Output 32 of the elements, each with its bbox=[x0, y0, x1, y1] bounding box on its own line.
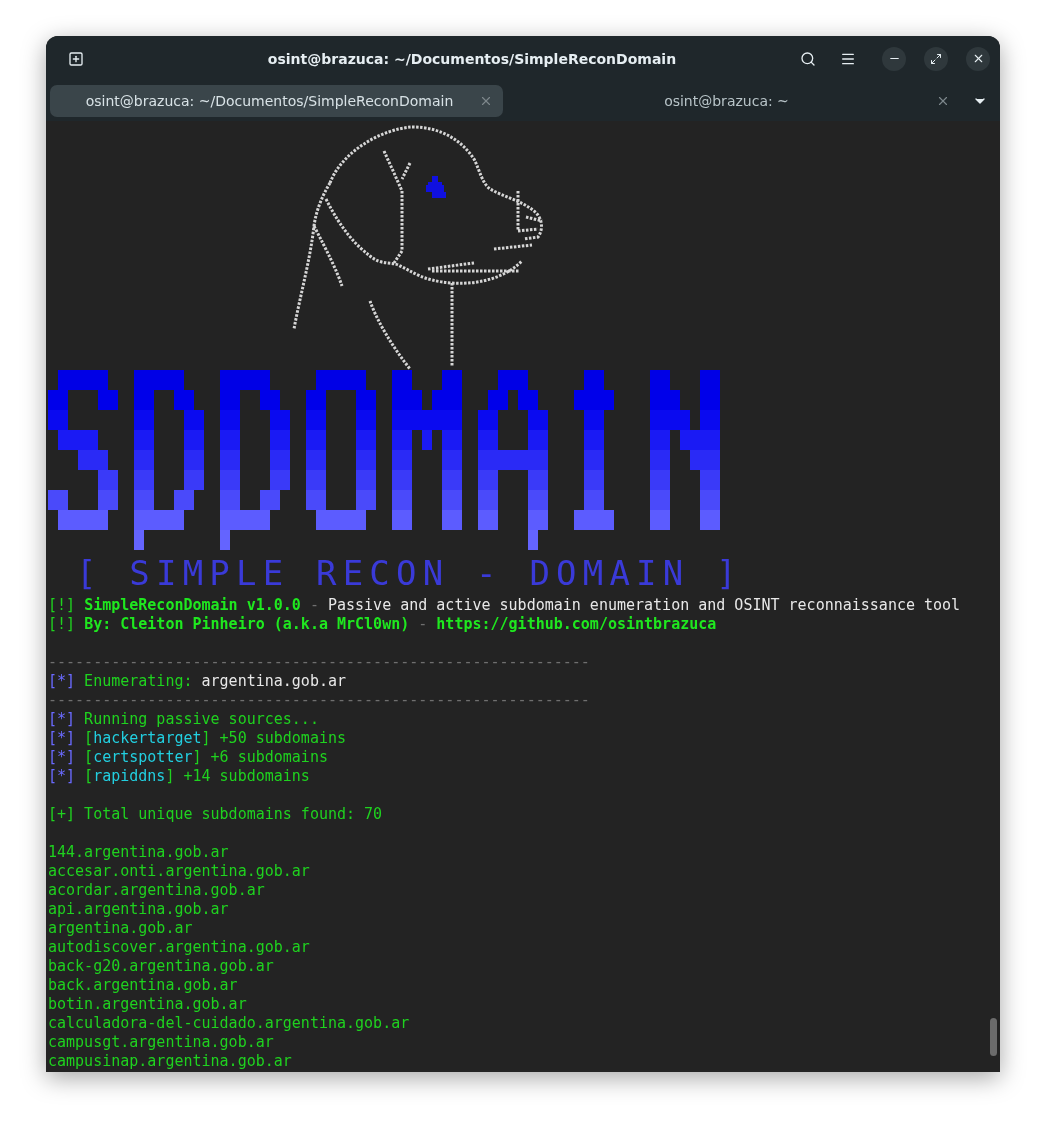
banner-text: [ SIMPLE RECON - DOMAIN ] bbox=[75, 552, 744, 595]
terminal-tab[interactable]: osint@brazuca: ~/Documentos/SimpleReconDomain bbox=[50, 85, 503, 117]
terminal-line: argentina.gob.ar bbox=[48, 919, 194, 938]
terminal-line: autodiscover.argentina.gob.ar bbox=[48, 938, 311, 957]
maximize-icon bbox=[930, 52, 942, 65]
terminal-line: botin.argentina.gob.ar bbox=[48, 995, 248, 1014]
terminal-tab[interactable]: osint@brazuca: ~ bbox=[507, 85, 960, 117]
terminal-line: [*] [hackertarget] +50 subdomains bbox=[48, 729, 348, 748]
terminal-line: 144.argentina.gob.ar bbox=[48, 843, 230, 862]
terminal-line: campusgt.argentina.gob.ar bbox=[48, 1033, 275, 1052]
close-icon[interactable] bbox=[479, 94, 493, 108]
terminal-line: back-g20.argentina.gob.ar bbox=[48, 957, 275, 976]
terminal-line: calculadora-del-cuidado.argentina.gob.ar bbox=[48, 1014, 411, 1033]
terminal-line: [+] Total unique subdomains found: 70 bbox=[48, 805, 384, 824]
terminal-line: accesar.onti.argentina.gob.ar bbox=[48, 862, 311, 881]
close-button[interactable] bbox=[966, 46, 990, 71]
scrollbar-thumb[interactable] bbox=[989, 1018, 997, 1056]
close-icon[interactable] bbox=[936, 94, 950, 108]
terminal-line: campusinap.argentina.gob.ar bbox=[48, 1052, 293, 1071]
terminal-line: [!] SimpleReconDomain v1.0.0 - Passive and active subdomain enumeration and OSINT reconnaissance tool bbox=[48, 596, 962, 615]
terminal-line: [!] By: Cleiton Pinheiro (a.k.a MrCl0wn) - https://github.com/osintbrazuca bbox=[48, 615, 718, 634]
maximize-button[interactable] bbox=[924, 46, 948, 71]
terminal-line: acordar.argentina.gob.ar bbox=[48, 881, 266, 900]
terminal-line: [*] [certspotter] +6 subdomains bbox=[48, 748, 329, 767]
window-title: osint@brazuca: ~/Documentos/SimpleReconDomain bbox=[266, 50, 678, 67]
terminal-line: api.argentina.gob.ar bbox=[48, 900, 230, 919]
terminal-line: back.argentina.gob.ar bbox=[48, 976, 239, 995]
terminal-line: [*] Running passive sources... bbox=[48, 710, 320, 729]
terminal-line: ------------------------------------------------------------ bbox=[48, 691, 591, 710]
terminal-line: [*] [rapiddns] +14 subdomains bbox=[48, 767, 311, 786]
terminal-line: ------------------------------------------------------------ bbox=[48, 653, 591, 672]
terminal-line: [*] Enumerating: argentina.gob.ar bbox=[48, 672, 348, 691]
